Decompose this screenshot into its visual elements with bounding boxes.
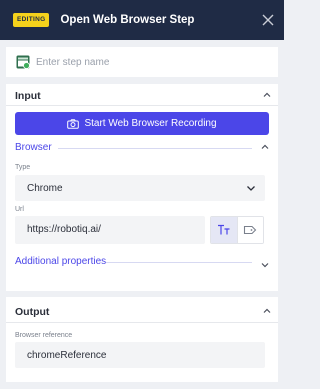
- close-icon[interactable]: [260, 12, 276, 28]
- browser-section-label[interactable]: Browser: [15, 142, 52, 153]
- text-mode-button[interactable]: [211, 217, 237, 243]
- browser-reference-field[interactable]: chromeReference: [15, 342, 265, 368]
- editing-badge: EDITING: [13, 13, 50, 27]
- output-panel-title: Output: [15, 306, 50, 318]
- chevron-up-icon[interactable]: [260, 142, 270, 152]
- chevron-up-icon[interactable]: [262, 90, 272, 100]
- additional-properties-label[interactable]: Additional properties: [15, 256, 106, 267]
- step-name-card: [6, 47, 278, 77]
- chevron-up-icon[interactable]: [262, 306, 272, 316]
- chevron-down-icon[interactable]: [260, 260, 270, 270]
- step-editor-header: EDITING Open Web Browser Step: [0, 0, 284, 40]
- input-panel-title: Input: [15, 90, 41, 102]
- url-field[interactable]: https://robotiq.ai/: [15, 216, 205, 244]
- step-name-input[interactable]: [36, 56, 256, 68]
- url-mode-toggle: [210, 216, 264, 244]
- output-panel: Output Browser reference chromeReference: [6, 297, 278, 382]
- type-caption: Type: [15, 164, 31, 171]
- chevron-down-icon: [247, 186, 255, 191]
- input-panel: Input Start Web Browser Recording Browse…: [6, 84, 278, 291]
- browser-step-icon: [16, 55, 30, 69]
- step-title: Open Web Browser Step: [60, 14, 195, 26]
- url-value: https://robotiq.ai/: [27, 224, 101, 235]
- browser-type-select[interactable]: Chrome: [15, 175, 265, 201]
- text-mode-icon: [217, 224, 230, 235]
- browser-reference-caption: Browser reference: [15, 332, 73, 339]
- camera-icon: [67, 118, 80, 129]
- start-recording-button[interactable]: Start Web Browser Recording: [15, 112, 269, 135]
- additional-properties-divider: [106, 262, 252, 263]
- variable-mode-button[interactable]: [236, 217, 263, 243]
- input-panel-header[interactable]: Input: [6, 84, 278, 106]
- browser-reference-value: chromeReference: [27, 350, 107, 361]
- start-recording-label: Start Web Browser Recording: [84, 118, 217, 129]
- variable-tag-icon: [244, 225, 257, 235]
- browser-type-value: Chrome: [27, 183, 63, 194]
- url-caption: Url: [15, 206, 24, 213]
- browser-section-divider: [58, 148, 252, 149]
- output-panel-header[interactable]: Output: [6, 297, 278, 323]
